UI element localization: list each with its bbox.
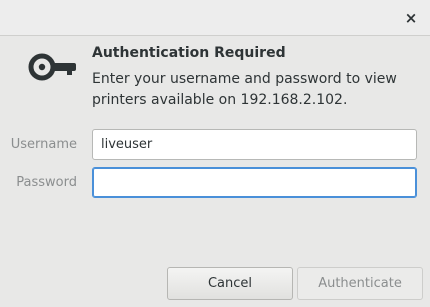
- cancel-button-label: Cancel: [207, 276, 253, 291]
- key-icon: [28, 53, 76, 81]
- username-field[interactable]: [92, 129, 417, 160]
- cancel-button[interactable]: Cancel: [167, 267, 293, 300]
- dialog-titlebar: ×: [0, 0, 430, 36]
- username-label: Username: [10, 137, 77, 152]
- dialog-message: Enter your username and password to view…: [92, 71, 397, 108]
- password-field[interactable]: [92, 167, 417, 198]
- close-button[interactable]: ×: [398, 7, 424, 29]
- authenticate-button[interactable]: Authenticate: [297, 267, 423, 300]
- close-icon: ×: [404, 9, 418, 27]
- authenticate-button-label: Authenticate: [318, 276, 402, 291]
- password-label: Password: [16, 175, 77, 190]
- dialog-heading: Authentication Required: [92, 45, 286, 61]
